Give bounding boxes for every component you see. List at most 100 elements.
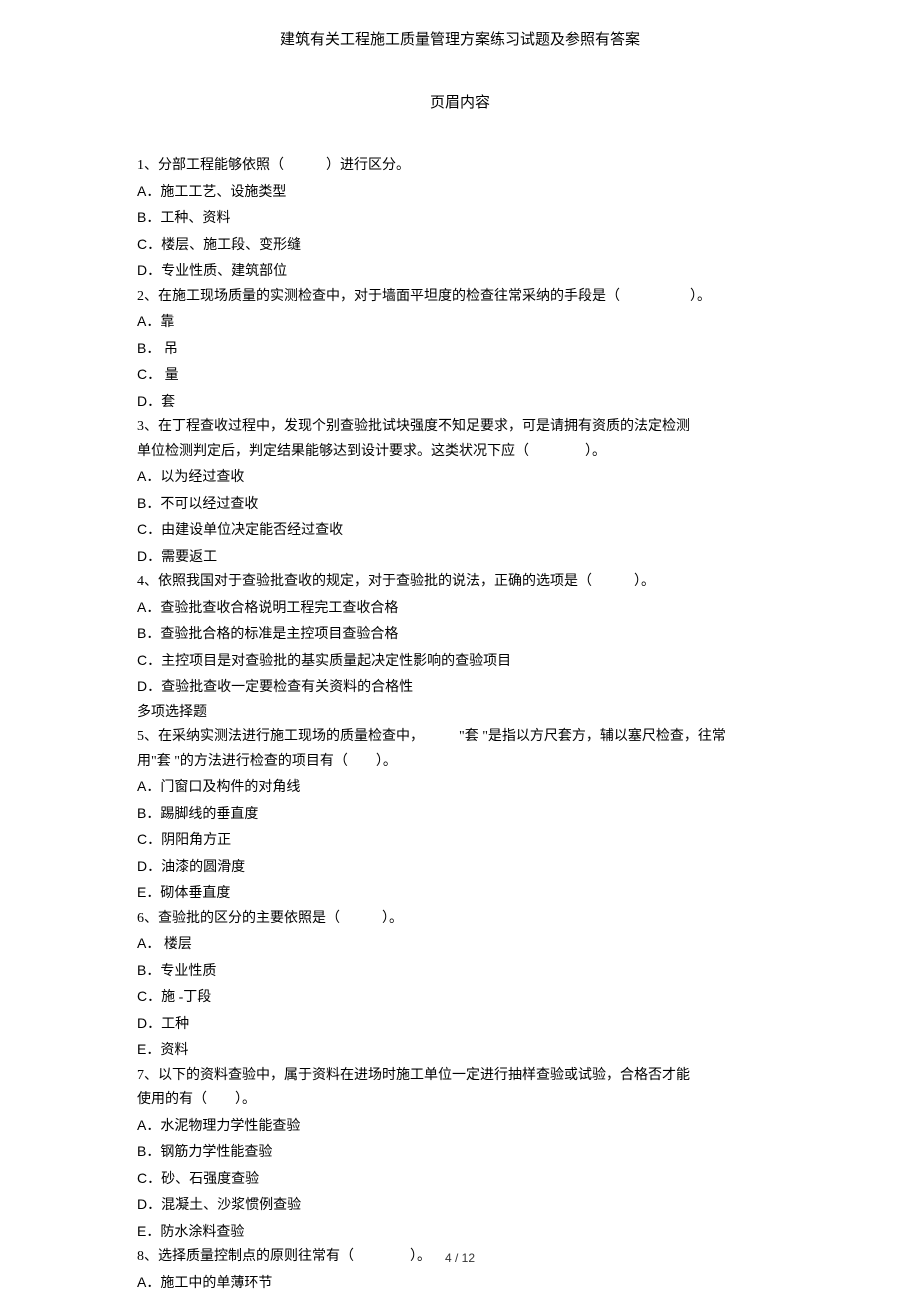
text-line: A． 楼层 [137, 931, 820, 958]
option-text: ．水泥物理力学性能查验 [146, 1119, 300, 1134]
option-text: ．防水涂料查验 [146, 1225, 244, 1240]
option-text: ．砌体垂直度 [146, 886, 230, 901]
text-line: C． 量 [137, 362, 820, 389]
text-line: D．需要返工 [137, 544, 820, 571]
option-text: ．砂、石强度查验 [147, 1172, 259, 1187]
option-letter: B [137, 209, 146, 225]
text-line: B．不可以经过查收 [137, 491, 820, 518]
option-letter: C [137, 1170, 147, 1186]
option-letter: A [137, 935, 146, 951]
option-text: ．施工中的单薄环节 [146, 1276, 272, 1291]
option-text: ．施 -丁段 [147, 990, 211, 1005]
text-line: 6、查验批的区分的主要依照是（ ）。 [137, 907, 820, 932]
text-line: B．工种、资料 [137, 205, 820, 232]
option-letter: D [137, 262, 147, 278]
option-letter: E [137, 884, 146, 900]
option-text: ．楼层、施工段、变形缝 [147, 238, 301, 253]
option-letter: B [137, 1143, 146, 1159]
option-text: ．查验批查收一定要检查有关资料的合格性 [147, 680, 413, 695]
option-text: ． 楼层 [146, 937, 192, 952]
option-letter: A [137, 599, 146, 615]
text-line: C．主控项目是对查验批的基实质量起决定性影响的查验项目 [137, 648, 820, 675]
option-text: ．施工工艺、设施类型 [146, 185, 286, 200]
option-text: ．资料 [146, 1043, 188, 1058]
text-line: A．水泥物理力学性能查验 [137, 1113, 820, 1140]
option-text: ．门窗口及构件的对角线 [146, 780, 300, 795]
option-text: ．专业性质 [146, 964, 216, 979]
option-letter: B [137, 805, 146, 821]
text-line: B．专业性质 [137, 958, 820, 985]
option-letter: B [137, 495, 146, 511]
option-text: ．油漆的圆滑度 [147, 860, 245, 875]
option-letter: E [137, 1041, 146, 1057]
option-text: ．混凝土、沙浆惯例查验 [147, 1198, 301, 1213]
text-line: C．阴阳角方正 [137, 827, 820, 854]
text-line: D．查验批查收一定要检查有关资料的合格性 [137, 674, 820, 701]
option-letter: A [137, 778, 146, 794]
option-text: ．查验批查收合格说明工程完工查收合格 [146, 601, 398, 616]
option-letter: C [137, 521, 147, 537]
option-letter: D [137, 1196, 147, 1212]
option-letter: C [137, 366, 147, 382]
text-line: 使用的有（ ）。 [137, 1088, 820, 1113]
text-line: A．查验批查收合格说明工程完工查收合格 [137, 595, 820, 622]
option-letter: D [137, 858, 147, 874]
text-line: A．施工中的单薄环节 [137, 1270, 820, 1297]
option-letter: D [137, 393, 147, 409]
text-line: B．踢脚线的垂直度 [137, 801, 820, 828]
header-label: 页眉内容 [0, 91, 920, 112]
option-letter: B [137, 962, 146, 978]
text-line: E．砌体垂直度 [137, 880, 820, 907]
option-text: ．不可以经过查收 [146, 497, 258, 512]
option-letter: B [137, 340, 146, 356]
text-line: 2、在施工现场质量的实测检查中，对于墙面平坦度的检查往常采纳的手段是（ ）。 [137, 285, 820, 310]
content-area: 1、分部工程能够依照（ ）进行区分。 A．施工工艺、设施类型 B．工种、资料 C… [137, 154, 820, 1296]
page-number: 4 / 12 [0, 1251, 920, 1265]
text-line: E．资料 [137, 1037, 820, 1064]
text-line: 3、在丁程查收过程中，发现个别查验批试块强度不知足要求，可是请拥有资质的法定检测 [137, 415, 820, 440]
option-letter: B [137, 625, 146, 641]
text-line: B． 吊 [137, 336, 820, 363]
option-text: ．由建设单位决定能否经过查收 [147, 523, 343, 538]
text-line: 7、以下的资料查验中，属于资料在进场时施工单位一定进行抽样查验或试验，合格否才能 [137, 1064, 820, 1089]
text-line: B．钢筋力学性能查验 [137, 1139, 820, 1166]
text-line: D．工种 [137, 1011, 820, 1038]
option-text: ．主控项目是对查验批的基实质量起决定性影响的查验项目 [147, 654, 511, 669]
text-line: D．混凝土、沙浆惯例查验 [137, 1192, 820, 1219]
option-letter: C [137, 652, 147, 668]
option-text: ．需要返工 [147, 550, 217, 565]
text-line: 4、依照我国对于查验批查收的规定，对于查验批的说法，正确的选项是（ ）。 [137, 570, 820, 595]
option-letter: D [137, 1015, 147, 1031]
option-letter: A [137, 1117, 146, 1133]
option-letter: E [137, 1223, 146, 1239]
option-text: ．专业性质、建筑部位 [147, 264, 287, 279]
text-line: A．门窗口及构件的对角线 [137, 774, 820, 801]
option-text: ．靠 [146, 315, 174, 330]
option-text: ．阴阳角方正 [147, 833, 231, 848]
option-letter: C [137, 988, 147, 1004]
option-text: ．以为经过查收 [146, 470, 244, 485]
option-letter: A [137, 313, 146, 329]
text-line: D．油漆的圆滑度 [137, 854, 820, 881]
text-line: A．施工工艺、设施类型 [137, 179, 820, 206]
option-text: ．查验批合格的标准是主控项目查验合格 [146, 627, 398, 642]
option-letter: A [137, 183, 146, 199]
option-letter: C [137, 236, 147, 252]
option-letter: A [137, 468, 146, 484]
text-line: 多项选择题 [137, 701, 820, 726]
text-line: C．施 -丁段 [137, 984, 820, 1011]
text-line: E．防水涂料查验 [137, 1219, 820, 1246]
option-text: ．工种、资料 [146, 211, 230, 226]
text-line: C．由建设单位决定能否经过查收 [137, 517, 820, 544]
option-text: ．踢脚线的垂直度 [146, 807, 258, 822]
option-text: ．工种 [147, 1017, 189, 1032]
text-line: D．专业性质、建筑部位 [137, 258, 820, 285]
text-line: 单位检测判定后，判定结果能够达到设计要求。这类状况下应（ ）。 [137, 440, 820, 465]
page-title: 建筑有关工程施工质量管理方案练习试题及参照有答案 [0, 0, 920, 49]
text-line: 5、在采纳实测法进行施工现场的质量检查中， "套 "是指以方尺套方，辅以塞尺检查… [137, 725, 820, 750]
text-line: 1、分部工程能够依照（ ）进行区分。 [137, 154, 820, 179]
text-line: A．以为经过查收 [137, 464, 820, 491]
text-line: C．砂、石强度查验 [137, 1166, 820, 1193]
text-line: 用"套 "的方法进行检查的项目有（ ）。 [137, 750, 820, 775]
text-line: A．靠 [137, 309, 820, 336]
